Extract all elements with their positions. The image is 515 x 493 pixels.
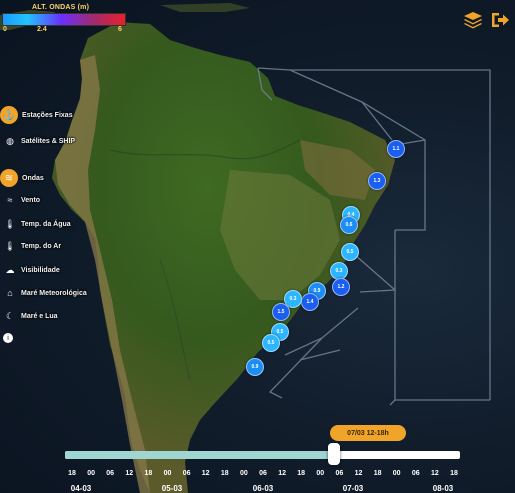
menu-item-label: Vento — [21, 196, 41, 204]
menu-item[interactable]: 🌡 Temp. da Água — [0, 215, 71, 233]
menu-item[interactable]: ◍ Satélites & SHIP — [0, 132, 75, 150]
menu-item-label: Ondas — [22, 174, 44, 182]
globe-icon: ◍ — [6, 135, 14, 146]
air-temperature-icon: 🌡 — [4, 240, 16, 251]
menu-item-label: Maré e Lua — [21, 312, 58, 320]
timeline-hour: 06 — [411, 470, 420, 477]
menu-item[interactable]: ☾ Maré e Lua — [0, 307, 58, 325]
menu-item-label: Maré Meteorológica — [21, 289, 87, 297]
timeline-hour: 06 — [335, 470, 344, 477]
wave-marker[interactable]: 1.4 — [301, 293, 319, 311]
timeline-hour: 12 — [430, 470, 439, 477]
legend-tick: 6 — [118, 26, 122, 33]
timeline-hour: 12 — [354, 470, 363, 477]
timeline-hour: 00 — [316, 470, 325, 477]
timeline-handle[interactable] — [327, 443, 340, 465]
layers-icon[interactable] — [463, 10, 483, 30]
wind-icon: ≈ — [7, 195, 13, 205]
timeline-hour: 18 — [297, 470, 306, 477]
timeline-date: 07-03 — [342, 484, 364, 493]
timeline-date: 06-03 — [252, 484, 274, 493]
legend-tick: 0 — [3, 26, 7, 33]
legend-tick: 2.4 — [37, 26, 47, 33]
timeline-hour: 18 — [68, 470, 76, 477]
timeline-hour: 12 — [278, 470, 286, 477]
legend-title: ALT. ONDAS (m) — [32, 4, 90, 11]
logout-icon[interactable] — [490, 10, 510, 30]
anchor-icon: ⚓ — [0, 106, 18, 124]
wave-marker[interactable]: 0.5 — [341, 243, 359, 261]
wave-marker[interactable]: 1.2 — [332, 278, 350, 296]
menu-item-label: Temp. do Ar — [21, 242, 62, 250]
south-america-landmass — [0, 3, 491, 493]
timeline-date: 08-03 — [432, 484, 454, 493]
menu-item[interactable]: ☁ Visibilidade — [0, 261, 60, 279]
moon-icon: ☾ — [5, 310, 15, 321]
menu-item[interactable]: ≈ Vento — [0, 191, 41, 209]
timeline-hour: 18 — [144, 470, 153, 477]
menu-item-label: Visibilidade — [21, 266, 60, 274]
waves-icon: ≋ — [0, 169, 18, 187]
wave-marker[interactable]: 0.6 — [340, 216, 358, 234]
legend-color-bar — [2, 13, 126, 26]
timeline-hour: 06 — [106, 470, 115, 477]
timeline-progress — [65, 451, 334, 459]
timeline-date: 04-03 — [70, 484, 92, 493]
timeline-slider[interactable]: 07/03 12-18h 18 00 06 12 18 00 06 12 18 00 06 12 18 0… — [0, 425, 515, 493]
menu-item[interactable]: i — [0, 329, 17, 347]
timeline-hour: 18 — [450, 470, 458, 477]
wave-marker[interactable]: 1.3 — [368, 172, 386, 190]
menu-item[interactable]: 🌡 Temp. do Ar — [0, 237, 61, 255]
menu-item[interactable]: ⚓ Estações Fixas — [0, 106, 73, 124]
timeline-hour: 00 — [87, 470, 95, 477]
map-view[interactable]: ALT. ONDAS (m) 0 2.4 6 ⚓ Estações Fixas ◍ S… — [0, 0, 515, 493]
timeline-hour: 06 — [182, 470, 191, 477]
wave-marker[interactable]: 0.5 — [262, 334, 280, 352]
tide-icon: ⌂ — [7, 288, 13, 298]
timeline-hour: 18 — [220, 470, 229, 477]
wave-marker[interactable]: 1.5 — [272, 303, 290, 321]
current-time-label: 07/03 12-18h — [330, 425, 406, 441]
timeline-hour: 12 — [125, 470, 134, 477]
timeline-date: 05-03 — [161, 484, 183, 493]
wave-marker[interactable]: 1.1 — [387, 140, 405, 158]
fog-icon: ☁ — [5, 264, 15, 275]
timeline-hour: 12 — [201, 470, 210, 477]
timeline-hour: 00 — [392, 470, 401, 477]
menu-item[interactable]: ⌂ Maré Meteorológica — [0, 284, 87, 302]
menu-item[interactable]: ≋ Ondas — [0, 169, 44, 187]
timeline-hour: 06 — [259, 470, 267, 477]
info-icon: i — [3, 333, 13, 343]
menu-item-label: Satélites & SHIP — [21, 137, 76, 145]
thermometer-icon: 🌡 — [4, 218, 16, 229]
wave-height-legend: ALT. ONDAS (m) 0 2.4 6 — [2, 2, 126, 36]
timeline-hour: 18 — [373, 470, 382, 477]
menu-item-label: Temp. da Água — [21, 220, 71, 228]
menu-item-label: Estações Fixas — [22, 111, 73, 119]
timeline-hour: 00 — [239, 470, 248, 477]
wave-marker[interactable]: 0.9 — [246, 358, 264, 376]
timeline-hour: 00 — [163, 470, 172, 477]
